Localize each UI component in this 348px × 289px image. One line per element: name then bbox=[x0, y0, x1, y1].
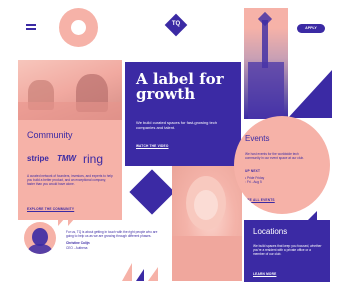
testimonial: For us, TQ is about getting in touch wit… bbox=[66, 230, 160, 250]
logo-text: TQ bbox=[171, 21, 181, 27]
decorative-pink-triangles bbox=[58, 218, 84, 226]
apply-button-label: APPLY bbox=[305, 26, 317, 30]
decorative-ring bbox=[59, 8, 98, 47]
locations-card: Locations We build spaces that keep you … bbox=[244, 220, 330, 282]
community-body: A curated network of founders, investors… bbox=[27, 174, 113, 187]
woman-photo bbox=[172, 166, 242, 281]
logo-ring: ring bbox=[83, 152, 104, 166]
office-photo bbox=[18, 60, 122, 120]
hamburger-menu-icon bbox=[26, 24, 36, 30]
decorative-small-triangle bbox=[308, 211, 317, 220]
city-photo bbox=[244, 8, 288, 119]
see-all-events-link[interactable]: SEE ALL EVENTS bbox=[245, 198, 275, 202]
testimonial-quote: For us, TQ is about getting in touch wit… bbox=[66, 230, 158, 239]
community-logos: stripe TMW ring bbox=[27, 152, 117, 166]
hero-title: A label for growth bbox=[136, 72, 236, 102]
menu-button[interactable] bbox=[26, 22, 38, 32]
decorative-triangle bbox=[288, 70, 332, 118]
testimonial-role: CEO - Authena bbox=[66, 245, 88, 250]
logo-stripe: stripe bbox=[27, 154, 49, 163]
logo[interactable]: TQ bbox=[164, 13, 188, 37]
hero-title-line2: growth bbox=[136, 85, 196, 103]
testimonial-avatar bbox=[24, 222, 56, 254]
events-up-next-label: UP NEXT bbox=[245, 169, 261, 173]
logo-tmw: TMW bbox=[57, 154, 77, 163]
locations-body: We build spaces that keep you focused, w… bbox=[253, 244, 322, 257]
events-card: Events We host events for the worldwide … bbox=[234, 116, 330, 214]
apply-button[interactable]: APPLY bbox=[297, 24, 325, 33]
events-title: Events bbox=[245, 134, 270, 143]
decorative-diamond bbox=[129, 169, 175, 215]
event-item[interactable]: ▪ Pride Friday ◦ Fri - Aug 5 bbox=[245, 176, 305, 184]
community-title: Community bbox=[27, 130, 73, 140]
hero-watch-video-link[interactable]: WATCH THE VIDEO bbox=[136, 144, 169, 148]
locations-title: Locations bbox=[253, 227, 288, 236]
explore-community-link[interactable]: EXPLORE THE COMMUNITY bbox=[27, 207, 74, 211]
community-card: Community stripe TMW ring A curated netw… bbox=[18, 120, 122, 220]
events-body: We host events for the worldwide tech co… bbox=[245, 152, 304, 161]
hero-card: A label for growth We build curated spac… bbox=[125, 62, 241, 166]
event-date: ◦ Fri - Aug 5 bbox=[245, 180, 305, 184]
decorative-bottom-triangles bbox=[122, 263, 162, 281]
page-frame: TQ APPLY A label for growth We build cur… bbox=[18, 8, 334, 282]
event-date-text: Fri - Aug 5 bbox=[247, 180, 262, 185]
hero-subtitle: We build curated spaces for fast-growing… bbox=[136, 120, 218, 131]
locations-learn-more-link[interactable]: LEARN MORE bbox=[253, 272, 276, 276]
